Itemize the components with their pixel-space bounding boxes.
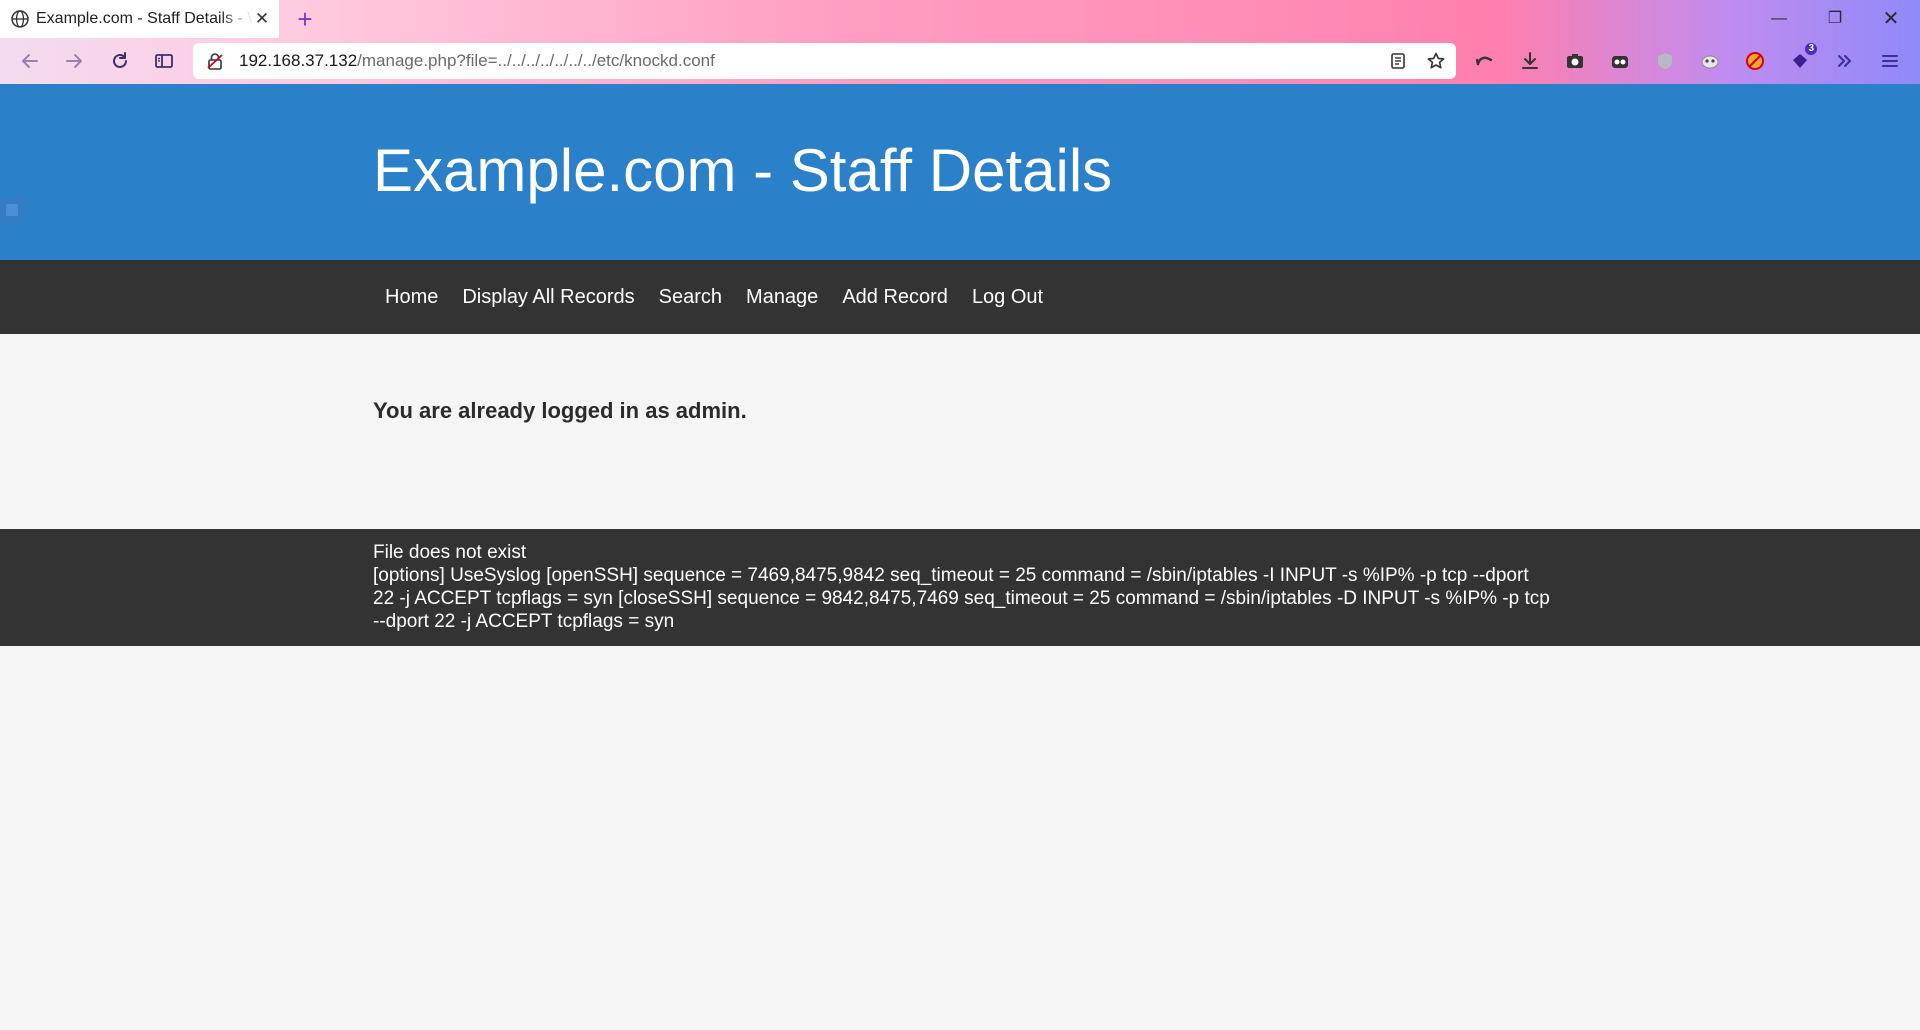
footer-error-line: File does not exist (373, 542, 527, 563)
sync-icon (1475, 56, 1493, 66)
site-header: Example.com - Staff Details (0, 84, 1920, 260)
nav-manage[interactable]: Manage (734, 286, 830, 309)
url-actions (1388, 51, 1446, 71)
tab-close-icon[interactable]: ✕ (253, 10, 271, 28)
shield-icon (1658, 53, 1672, 69)
download-button[interactable] (1516, 47, 1544, 75)
footer-text: File does not exist [options] UseSyslog … (373, 541, 1553, 633)
nav-add-record[interactable]: Add Record (830, 286, 960, 309)
site-footer: File does not exist [options] UseSyslog … (0, 529, 1920, 646)
tab-title: Example.com - Staff Details - \ (36, 10, 252, 27)
nav-home[interactable]: Home (373, 286, 450, 309)
extension-button[interactable] (1606, 47, 1634, 75)
sync-button[interactable] (1471, 47, 1499, 75)
nav-search[interactable]: Search (647, 286, 734, 309)
menu-icon (1882, 55, 1898, 67)
screenshot-icon (1567, 54, 1583, 68)
overflow-button[interactable] (1831, 47, 1859, 75)
side-handle[interactable] (0, 197, 26, 223)
tab-bar: Example.com - Staff Details - \ ✕ + — ❐ … (0, 0, 1920, 38)
new-tab-button[interactable]: + (290, 4, 320, 34)
browser-toolbar: 192.168.37.132/manage.php?file=../../../… (0, 38, 1920, 84)
back-button[interactable] (14, 45, 46, 77)
bookmark-star-icon[interactable] (1426, 51, 1446, 71)
blocker-icon (1746, 52, 1764, 70)
browser-chrome: Example.com - Staff Details - \ ✕ + — ❐ … (0, 0, 1920, 84)
browser-tab[interactable]: Example.com - Staff Details - \ ✕ (0, 0, 279, 38)
extension-badge: 3 (1805, 43, 1817, 55)
footer-file-contents: [options] UseSyslog [openSSH] sequence =… (373, 565, 1550, 632)
url-bar[interactable]: 192.168.37.132/manage.php?file=../../../… (193, 43, 1456, 79)
download-icon (1522, 52, 1538, 69)
overflow-icon (1838, 55, 1851, 67)
menu-button[interactable] (1876, 47, 1904, 75)
minimize-button[interactable]: — (1756, 4, 1802, 34)
globe-icon (11, 10, 29, 28)
nav-display-all-records[interactable]: Display All Records (450, 286, 646, 309)
lock-icon[interactable] (205, 51, 225, 71)
restore-button[interactable]: ❐ (1812, 4, 1858, 34)
mask-extension-button[interactable] (1696, 47, 1724, 75)
url-path: /manage.php?file=../../../../../../../et… (357, 51, 715, 70)
site-title: Example.com - Staff Details (373, 137, 1113, 204)
reload-button[interactable] (104, 45, 136, 77)
reload-icon (113, 52, 127, 68)
window-close-button[interactable]: ✕ (1868, 4, 1914, 34)
puzzle-extension-button[interactable]: 3 (1786, 43, 1817, 75)
blocker-extension-button[interactable] (1741, 47, 1769, 75)
reader-view-icon[interactable] (1388, 51, 1408, 71)
extension-icon (1612, 56, 1628, 68)
mask-icon (1701, 55, 1719, 69)
back-icon (22, 54, 38, 68)
nav-log-out[interactable]: Log Out (960, 286, 1055, 309)
screenshot-button[interactable] (1561, 47, 1589, 75)
url-host: 192.168.37.132 (239, 51, 358, 70)
sidebar-icon (155, 54, 173, 68)
login-status-message: You are already logged in as admin. (373, 398, 747, 423)
web-page: Example.com - Staff Details Home Display… (0, 84, 1920, 1030)
site-nav: Home Display All Records Search Manage A… (0, 260, 1920, 334)
shield-extension-button[interactable] (1651, 47, 1679, 75)
sidebar-button[interactable] (148, 45, 180, 77)
forward-button[interactable] (58, 45, 90, 77)
forward-icon (66, 54, 82, 68)
